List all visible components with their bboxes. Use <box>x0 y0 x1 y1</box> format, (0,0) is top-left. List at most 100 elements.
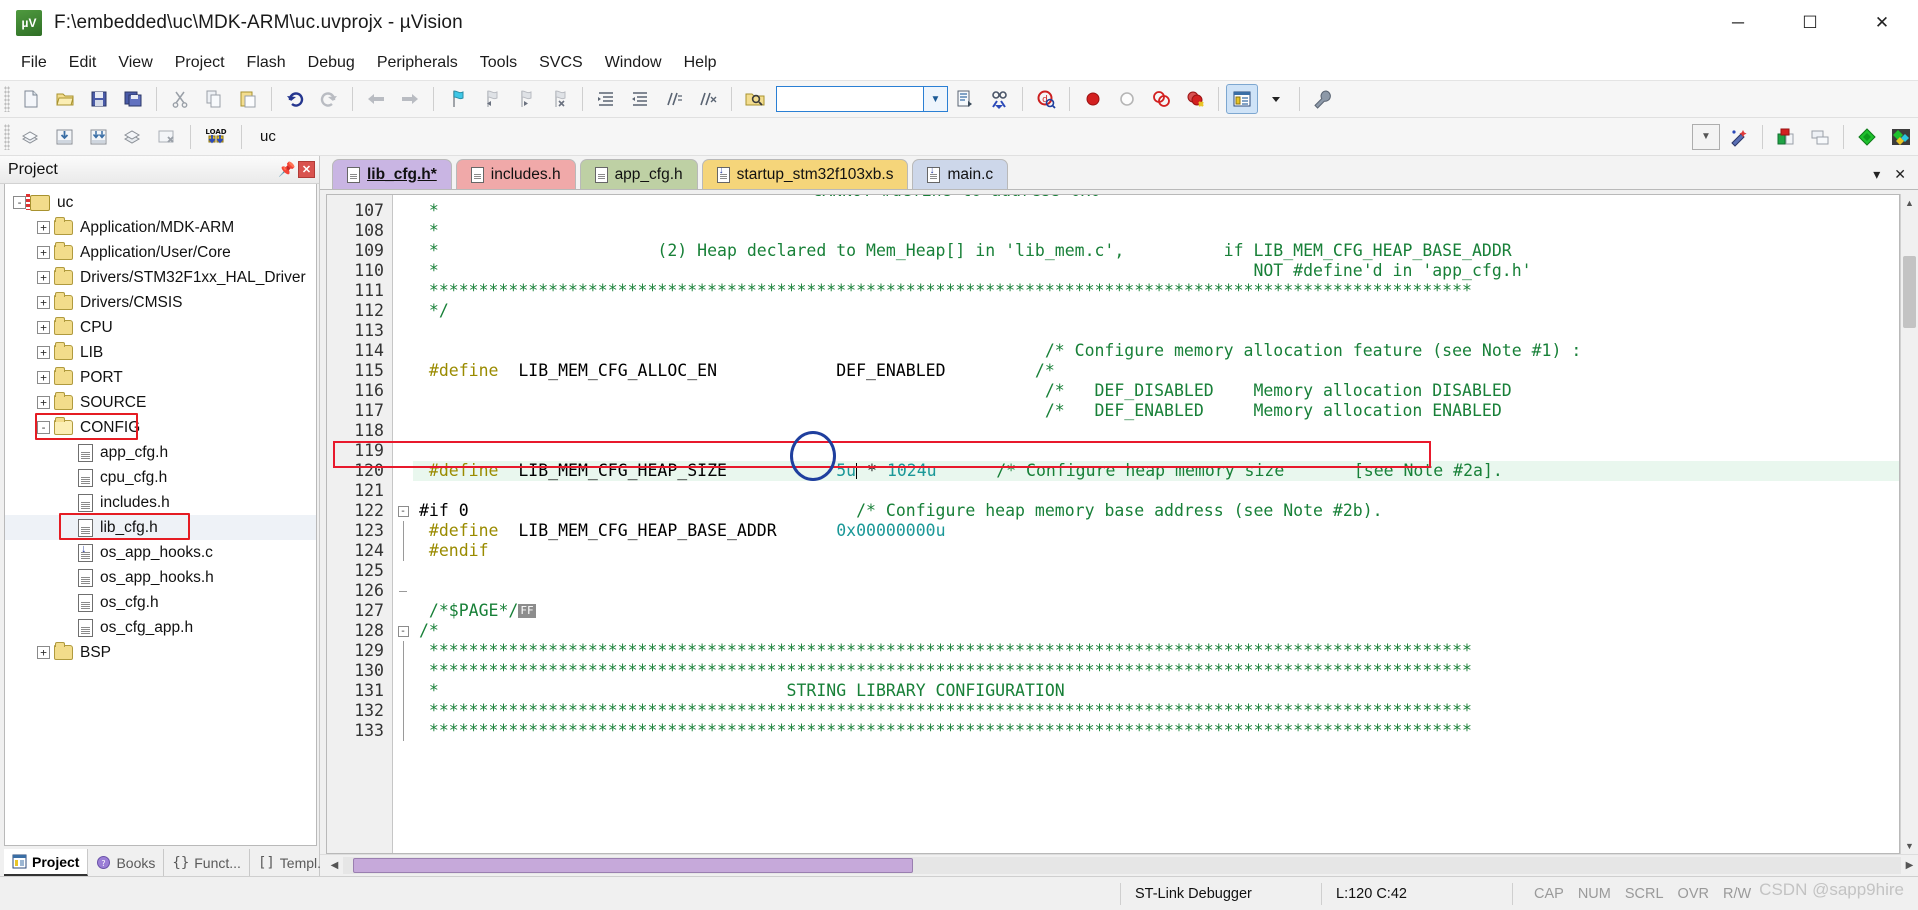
code-line[interactable] <box>413 441 1899 461</box>
close-icon[interactable]: ✕ <box>298 161 315 178</box>
code-line[interactable]: */ <box>413 301 1899 321</box>
menu-view[interactable]: View <box>107 50 163 76</box>
menu-project[interactable]: Project <box>164 50 236 76</box>
code-line[interactable]: ****************************************… <box>413 641 1899 661</box>
code-line[interactable]: * (2) Heap declared to Mem_Heap[] in 'li… <box>413 241 1899 261</box>
configure-target-icon[interactable] <box>983 84 1015 114</box>
fold-collapse-icon[interactable]: - <box>393 501 413 521</box>
paste-icon[interactable] <box>232 84 264 114</box>
target-dropdown-icon[interactable]: ▼ <box>1692 123 1720 150</box>
tree-item-app-cfg-h[interactable]: app_cfg.h <box>5 440 316 465</box>
target-selector[interactable]: uc <box>248 128 398 145</box>
pack-installer-icon[interactable] <box>1851 122 1883 152</box>
code-line[interactable]: ****************************************… <box>413 701 1899 721</box>
search-input[interactable] <box>777 90 923 108</box>
manage-rte-icon[interactable] <box>1885 122 1917 152</box>
editor-horizontal-scrollbar[interactable]: ◀ ▶ <box>320 854 1918 876</box>
tree-item-os-app-hooks-c[interactable]: os_app_hooks.c <box>5 540 316 565</box>
expand-icon[interactable]: + <box>37 271 50 284</box>
outdent-icon[interactable] <box>624 84 656 114</box>
expand-icon[interactable]: + <box>37 246 50 259</box>
insert-breakpoint-icon[interactable] <box>1077 84 1109 114</box>
collapse-icon[interactable]: - <box>13 196 26 209</box>
find-in-files-icon[interactable] <box>739 84 771 114</box>
code-line[interactable]: ****************************************… <box>413 661 1899 681</box>
tab-project[interactable]: Project <box>4 849 89 876</box>
editor-tab-startup-stm32f103xb-s[interactable]: startup_stm32f103xb.s <box>701 159 909 189</box>
code-line[interactable] <box>413 321 1899 341</box>
toolbar-grip[interactable] <box>4 86 10 112</box>
tab-functions[interactable]: {} Funct... <box>164 849 250 876</box>
bookmark-clear-icon[interactable] <box>543 84 575 114</box>
pin-icon[interactable]: 📌 <box>278 161 295 178</box>
start-debug-icon[interactable]: d <box>1030 84 1062 114</box>
expand-icon[interactable]: + <box>37 646 50 659</box>
expand-icon[interactable]: + <box>37 321 50 334</box>
code-line[interactable] <box>413 421 1899 441</box>
code-line[interactable]: ****************************************… <box>413 281 1899 301</box>
tree-item-cpu[interactable]: + CPU <box>5 315 316 340</box>
disable-breakpoint-icon[interactable] <box>1111 84 1143 114</box>
code-line[interactable]: /* DEF_ENABLED Memory allocation ENABLED <box>413 401 1899 421</box>
menu-window[interactable]: Window <box>594 50 673 76</box>
manage-multi-project-icon[interactable] <box>1804 122 1836 152</box>
tree-item-source[interactable]: + SOURCE <box>5 390 316 415</box>
tree-item-port[interactable]: + PORT <box>5 365 316 390</box>
menu-peripherals[interactable]: Peripherals <box>366 50 469 76</box>
code-line[interactable] <box>413 581 1899 601</box>
code-line[interactable]: /* Configure memory allocation feature (… <box>413 341 1899 361</box>
code-line[interactable]: #define LIB_MEM_CFG_ALLOC_EN DEF_ENABLED… <box>413 361 1899 381</box>
code-line[interactable]: * <box>413 201 1899 221</box>
editor-tab-app-cfg-h[interactable]: app_cfg.h <box>579 159 698 189</box>
editor-vertical-scrollbar[interactable]: ▲ ▼ <box>1900 194 1918 854</box>
batch-build-icon[interactable] <box>117 122 149 152</box>
horizontal-scroll-thumb[interactable] <box>353 858 913 873</box>
copy-icon[interactable] <box>198 84 230 114</box>
navigate-back-icon[interactable] <box>360 84 392 114</box>
window-layout-icon[interactable] <box>1226 84 1258 114</box>
code-line[interactable]: #define LIB_MEM_CFG_HEAP_BASE_ADDR 0x000… <box>413 521 1899 541</box>
expand-icon[interactable]: + <box>37 371 50 384</box>
code-editor[interactable]: 107 108 109 110 111 112 113 114 115 116 117 118 119 1… <box>326 194 1900 854</box>
code-line[interactable] <box>413 481 1899 501</box>
tablist-dropdown-icon[interactable]: ▾ <box>1873 166 1880 183</box>
maximize-button[interactable]: ☐ <box>1774 0 1846 46</box>
tree-item-application-mdk-arm[interactable]: + Application/MDK-ARM <box>5 215 316 240</box>
tree-item-os-cfg-h[interactable]: os_cfg.h <box>5 590 316 615</box>
bookmark-next-icon[interactable] <box>509 84 541 114</box>
minimize-button[interactable]: ─ <box>1702 0 1774 46</box>
code-line-highlighted[interactable]: #define LIB_MEM_CFG_HEAP_SIZE 5u * 1024u… <box>413 461 1899 481</box>
horizontal-scroll-track[interactable] <box>343 857 1901 874</box>
expand-icon[interactable]: + <box>37 346 50 359</box>
scroll-up-icon[interactable]: ▲ <box>1901 194 1918 211</box>
tree-item-config[interactable]: - CONFIG <box>5 415 316 440</box>
menu-debug[interactable]: Debug <box>297 50 366 76</box>
bookmark-toggle-icon[interactable] <box>441 84 473 114</box>
fold-collapse-icon[interactable]: - <box>393 621 413 641</box>
editor-tab-includes-h[interactable]: includes.h <box>455 159 576 189</box>
tree-item-application-user-core[interactable]: + Application/User/Core <box>5 240 316 265</box>
open-file-icon[interactable] <box>49 84 81 114</box>
translate-file-icon[interactable] <box>15 122 47 152</box>
manage-project-items-icon[interactable] <box>1770 122 1802 152</box>
code-line[interactable]: /*$PAGE*/FF <box>413 601 1899 621</box>
tree-item-os-app-hooks-h[interactable]: os_app_hooks.h <box>5 565 316 590</box>
insert-file-icon[interactable] <box>949 84 981 114</box>
tree-item-lib[interactable]: + LIB <box>5 340 316 365</box>
code-text[interactable]: CANNOT #define to address 0x0 * * * (2) … <box>413 195 1899 853</box>
tree-item-bsp[interactable]: + BSP <box>5 640 316 665</box>
chevron-down-icon[interactable]: ▼ <box>923 87 947 111</box>
cut-icon[interactable] <box>164 84 196 114</box>
scroll-down-icon[interactable]: ▼ <box>1901 837 1918 854</box>
expand-icon[interactable]: + <box>37 396 50 409</box>
comment-icon[interactable] <box>658 84 690 114</box>
tree-item-cpu-cfg-h[interactable]: cpu_cfg.h <box>5 465 316 490</box>
expand-icon[interactable]: + <box>37 221 50 234</box>
menu-svcs[interactable]: SVCS <box>528 50 594 76</box>
code-line[interactable]: ****************************************… <box>413 721 1899 741</box>
menu-edit[interactable]: Edit <box>58 50 108 76</box>
tree-item-drivers-stm32f1xx-hal-driver[interactable]: + Drivers/STM32F1xx_HAL_Driver <box>5 265 316 290</box>
navigate-forward-icon[interactable] <box>394 84 426 114</box>
code-line[interactable]: * <box>413 221 1899 241</box>
save-icon[interactable] <box>83 84 115 114</box>
